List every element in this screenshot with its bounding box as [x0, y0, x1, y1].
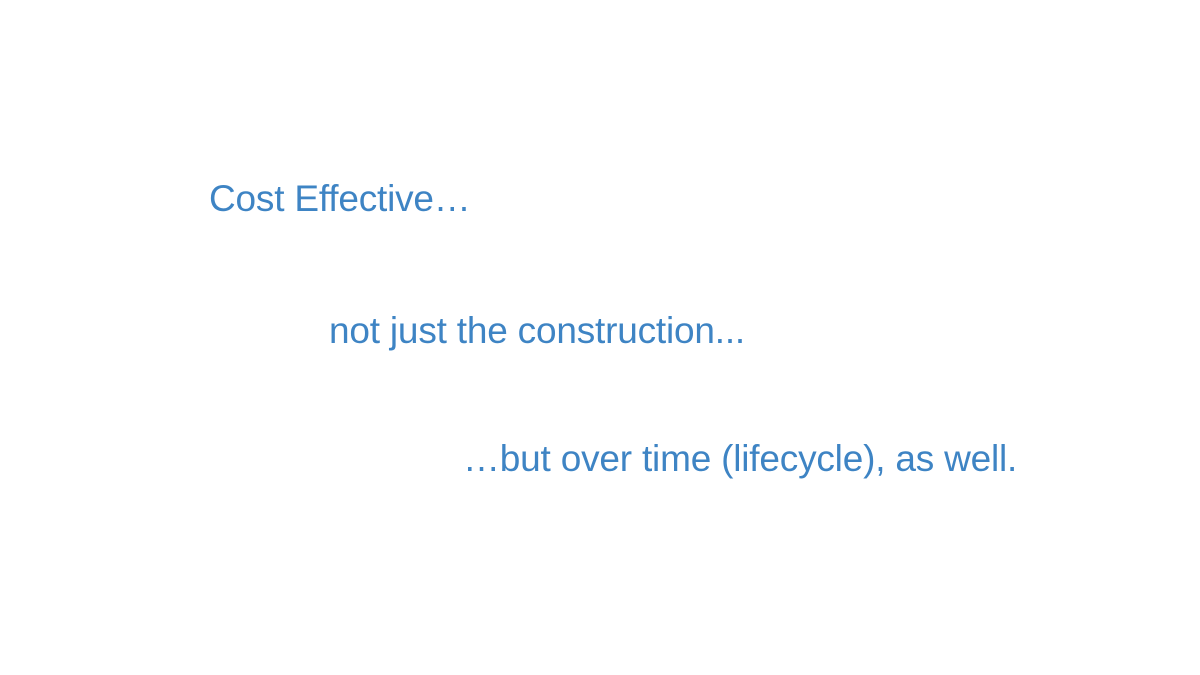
- line-over-time-lifecycle: …but over time (lifecycle), as well.: [463, 438, 1018, 479]
- slide: Cost Effective… not just the constructio…: [0, 0, 1200, 675]
- line-not-just-construction: not just the construction...: [329, 310, 746, 351]
- line-cost-effective: Cost Effective…: [209, 178, 471, 219]
